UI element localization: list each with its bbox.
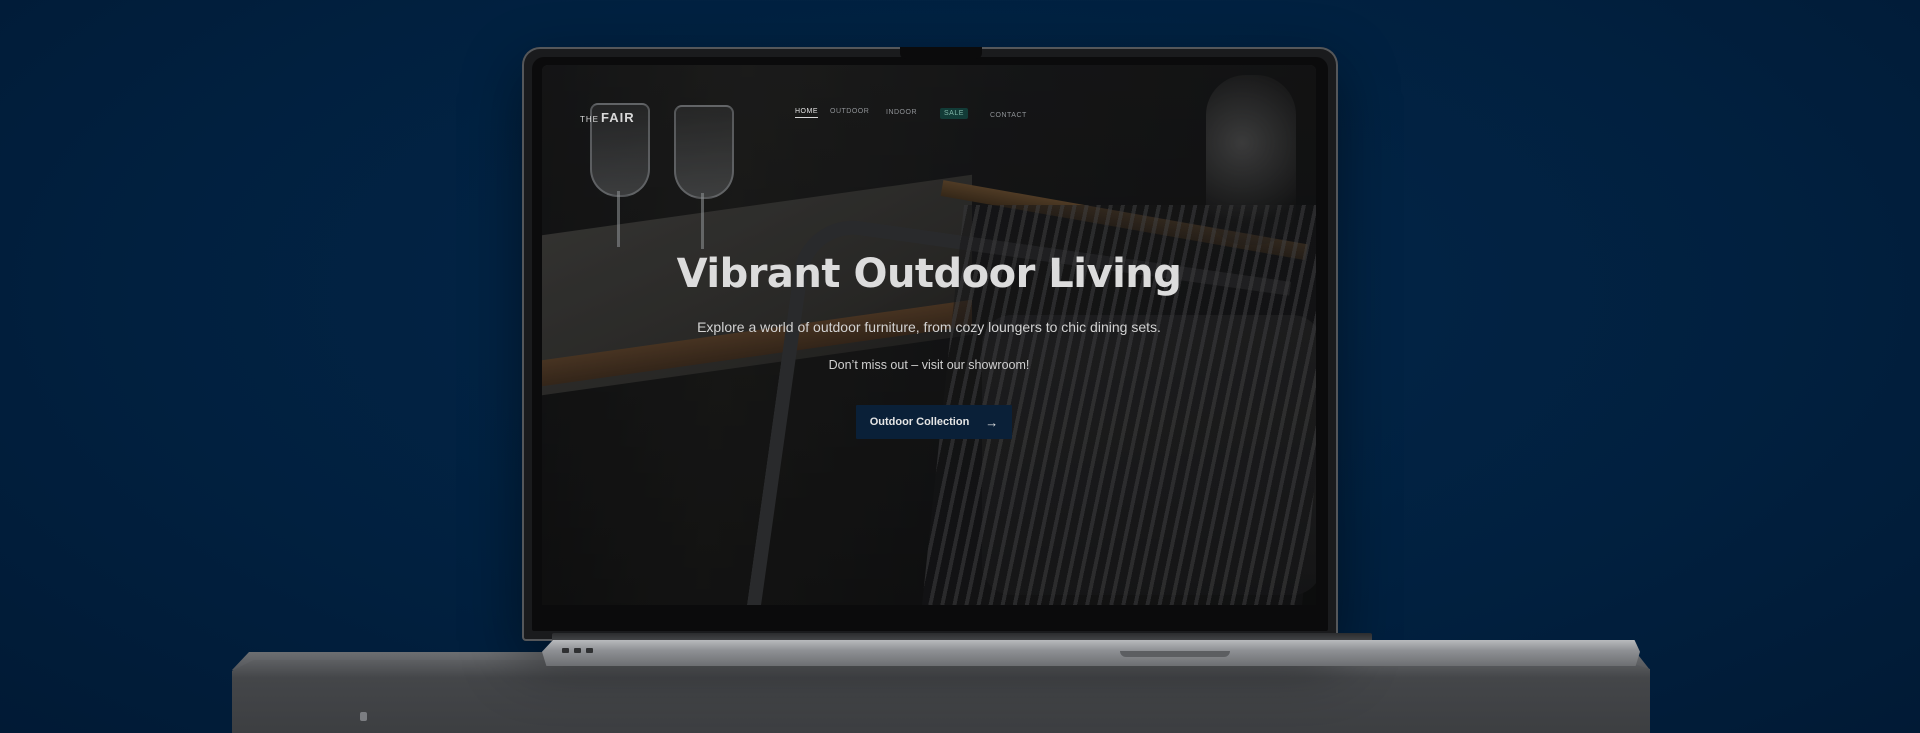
usb-port-icon bbox=[574, 648, 581, 653]
arrow-right-icon: → bbox=[985, 414, 999, 430]
usb-port-icon bbox=[562, 648, 569, 653]
pedestal bbox=[232, 660, 1650, 733]
hero-overlay bbox=[542, 65, 1316, 605]
hero-subtitle: Explore a world of outdoor furniture, fr… bbox=[697, 319, 1161, 335]
laptop-base bbox=[542, 640, 1640, 666]
cta-label: Outdoor Collection bbox=[869, 416, 970, 428]
laptop-screen: THE FAIR HOME OUTDOOR INDOOR SALE CONTACT… bbox=[542, 65, 1316, 605]
nav-item-outdoor[interactable]: OUTDOOR bbox=[830, 108, 869, 115]
laptop-lid: THE FAIR HOME OUTDOOR INDOOR SALE CONTACT… bbox=[522, 47, 1338, 641]
nav-item-indoor[interactable]: INDOOR bbox=[886, 109, 917, 116]
nav-item-home[interactable]: HOME bbox=[795, 108, 818, 118]
outdoor-collection-button[interactable]: Outdoor Collection → bbox=[856, 405, 1012, 439]
camera-notch bbox=[900, 47, 982, 59]
pedestal-speck bbox=[360, 712, 367, 721]
nav-item-contact[interactable]: CONTACT bbox=[990, 112, 1027, 119]
site-logo[interactable]: THE FAIR bbox=[580, 109, 635, 127]
nav-item-sale[interactable]: SALE bbox=[940, 108, 968, 119]
usb-port-icon bbox=[586, 648, 593, 653]
mockup-scene: THE FAIR HOME OUTDOOR INDOOR SALE CONTACT… bbox=[0, 0, 1920, 733]
site-header: THE FAIR HOME OUTDOOR INDOOR SALE CONTACT bbox=[542, 65, 1316, 145]
hero-tagline: Don’t miss out – visit our showroom! bbox=[828, 358, 1030, 372]
logo-prefix: THE bbox=[580, 115, 599, 124]
logo-name: FAIR bbox=[601, 110, 635, 125]
trackpad-notch bbox=[1120, 651, 1230, 657]
hero-title: Vibrant Outdoor Living bbox=[676, 251, 1182, 297]
